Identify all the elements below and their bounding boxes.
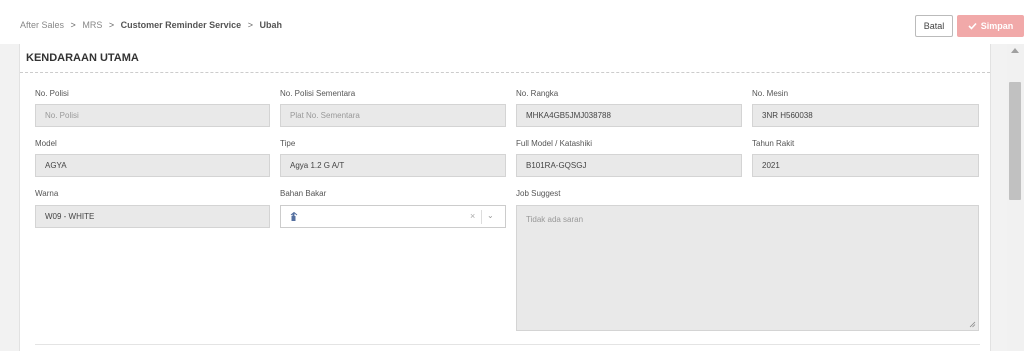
model-field[interactable]: AGYA [35, 154, 270, 177]
warna-field[interactable]: W09 - WHITE [35, 205, 270, 228]
full-model-field[interactable]: B101RA-GQSGJ [516, 154, 742, 177]
label-no-polisi: No. Polisi [35, 89, 69, 98]
vehicle-card: KENDARAAN UTAMA No. Polisi No. Polisi No… [19, 44, 991, 351]
label-tipe: Tipe [280, 139, 296, 148]
clear-icon[interactable]: × [470, 211, 475, 221]
job-suggest-textarea[interactable]: Tidak ada saran [516, 205, 979, 331]
section-bottom-divider [35, 344, 980, 345]
cancel-button[interactable]: Batal [915, 15, 953, 37]
breadcrumb: After Sales > MRS > Customer Reminder Se… [20, 20, 282, 30]
label-no-rangka: No. Rangka [516, 89, 559, 98]
section-title: KENDARAAN UTAMA [26, 52, 139, 64]
no-rangka-field[interactable]: MHKA4GB5JMJ038788 [516, 104, 742, 127]
check-icon [968, 22, 977, 30]
chevron-down-icon[interactable]: ⌄ [487, 211, 494, 220]
no-polisi-field[interactable]: No. Polisi [35, 104, 270, 127]
breadcrumb-mrs[interactable]: MRS [82, 20, 102, 30]
label-no-mesin: No. Mesin [752, 89, 789, 98]
label-job-suggest: Job Suggest [516, 189, 561, 198]
no-mesin-field[interactable]: 3NR H560038 [752, 104, 979, 127]
save-label: Simpan [980, 21, 1014, 31]
cancel-label: Batal [923, 21, 945, 31]
scrollbar-thumb[interactable] [1009, 82, 1021, 200]
breadcrumb-current: Ubah [259, 20, 282, 30]
resize-handle-icon[interactable] [969, 321, 976, 328]
bahan-bakar-select[interactable]: × ⌄ [280, 205, 506, 228]
breadcrumb-after-sales[interactable]: After Sales [20, 20, 64, 30]
no-polisi-sementara-field[interactable]: Plat No. Sementara [280, 104, 506, 127]
breadcrumb-separator: > [108, 20, 115, 30]
select-separator [481, 210, 482, 224]
fuel-pump-icon [290, 212, 298, 221]
label-warna: Warna [35, 189, 59, 198]
top-bar: After Sales > MRS > Customer Reminder Se… [0, 0, 1024, 44]
label-tahun-rakit: Tahun Rakit [752, 139, 795, 148]
job-suggest-placeholder: Tidak ada saran [526, 215, 584, 224]
tahun-rakit-field[interactable]: 2021 [752, 154, 979, 177]
label-no-polisi-sementara: No. Polisi Sementara [280, 89, 356, 98]
breadcrumb-separator: > [247, 20, 253, 30]
breadcrumb-crs[interactable]: Customer Reminder Service [121, 20, 242, 30]
scroll-up-icon[interactable] [1011, 48, 1019, 53]
label-full-model: Full Model / Katashiki [516, 139, 593, 148]
label-bahan-bakar: Bahan Bakar [280, 189, 327, 198]
section-divider [20, 72, 990, 73]
save-button[interactable]: Simpan [957, 15, 1024, 37]
tipe-field[interactable]: Agya 1.2 G A/T [280, 154, 506, 177]
breadcrumb-separator: > [70, 20, 76, 30]
label-model: Model [35, 139, 57, 148]
